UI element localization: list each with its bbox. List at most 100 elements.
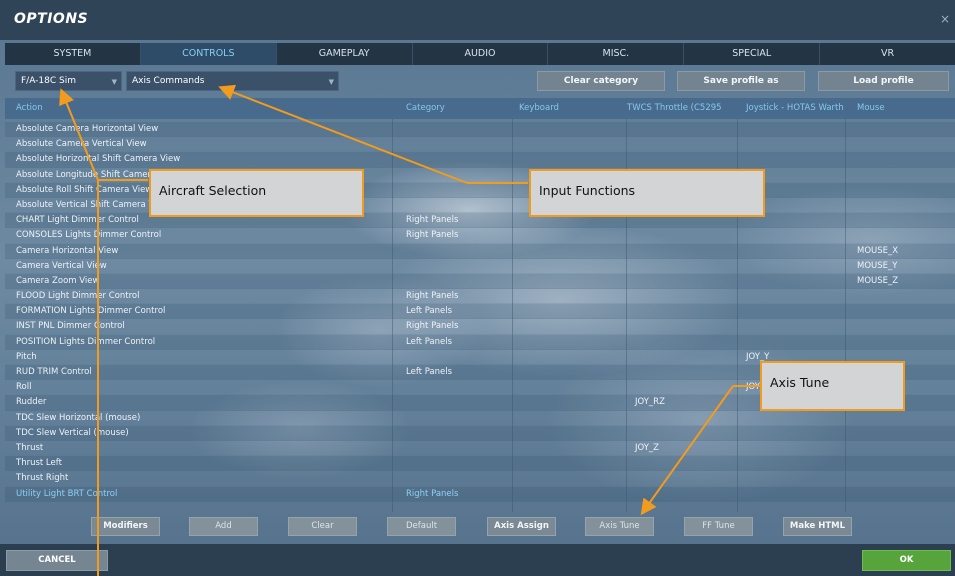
cell-category[interactable]: [403, 259, 515, 274]
cell-keyboard[interactable]: [516, 274, 624, 289]
cell-joystick[interactable]: [743, 441, 847, 456]
axis-tune-button[interactable]: Axis Tune: [585, 517, 654, 536]
column-keyboard[interactable]: Keyboard: [516, 98, 624, 119]
cell-throttle[interactable]: [632, 426, 740, 441]
cell-throttle[interactable]: [632, 122, 740, 137]
cell-category[interactable]: [403, 395, 515, 410]
cell-category[interactable]: [403, 441, 515, 456]
ok-button[interactable]: OK: [862, 550, 951, 571]
column-throttle[interactable]: TWCS Throttle (C5295: [624, 98, 738, 119]
cell-category[interactable]: Right Panels: [403, 487, 515, 502]
table-row[interactable]: Thrust JOY_Z: [5, 441, 955, 457]
cell-mouse[interactable]: [854, 411, 954, 426]
cell-joystick[interactable]: [743, 122, 847, 137]
table-row[interactable]: Absolute Horizontal Shift Camera View: [5, 152, 955, 168]
cell-joystick[interactable]: [743, 304, 847, 319]
cell-category[interactable]: [403, 244, 515, 259]
cell-throttle[interactable]: [632, 471, 740, 486]
cell-keyboard[interactable]: [516, 471, 624, 486]
cell-mouse[interactable]: [854, 441, 954, 456]
cell-action[interactable]: Absolute Camera Vertical View: [13, 137, 397, 152]
table-row[interactable]: FLOOD Light Dimmer Control Right Panels: [5, 289, 955, 305]
cell-action[interactable]: Roll: [13, 380, 397, 395]
table-row[interactable]: Absolute Camera Vertical View: [5, 137, 955, 153]
cell-action[interactable]: Camera Vertical View: [13, 259, 397, 274]
tab-misc[interactable]: MISC.: [548, 43, 685, 65]
ff-tune-button[interactable]: FF Tune: [684, 517, 753, 536]
cell-category[interactable]: [403, 456, 515, 471]
cell-keyboard[interactable]: [516, 259, 624, 274]
cell-action[interactable]: Absolute Horizontal Shift Camera View: [13, 152, 397, 167]
cell-mouse[interactable]: [854, 152, 954, 167]
save-profile-button[interactable]: Save profile as: [677, 71, 805, 91]
cell-mouse[interactable]: [854, 335, 954, 350]
cell-throttle[interactable]: [632, 335, 740, 350]
close-icon[interactable]: ×: [939, 13, 951, 25]
cell-category[interactable]: [403, 152, 515, 167]
cell-keyboard[interactable]: [516, 380, 624, 395]
table-row[interactable]: TDC Slew Horizontal (mouse): [5, 411, 955, 426]
tab-special[interactable]: SPECIAL: [684, 43, 821, 65]
column-mouse[interactable]: Mouse: [854, 98, 954, 119]
axis-assign-button[interactable]: Axis Assign: [487, 517, 556, 536]
table-row[interactable]: Thrust Left: [5, 456, 955, 472]
cell-mouse[interactable]: [854, 213, 954, 228]
cell-throttle[interactable]: [632, 228, 740, 243]
cell-category[interactable]: [403, 122, 515, 137]
table-row[interactable]: Thrust Right: [5, 471, 955, 487]
cell-throttle[interactable]: JOY_Z: [632, 441, 740, 456]
cell-keyboard[interactable]: [516, 244, 624, 259]
cell-throttle[interactable]: [632, 487, 740, 502]
table-row[interactable]: Camera Zoom View MOUSE_Z: [5, 273, 955, 290]
cell-mouse[interactable]: [854, 198, 954, 213]
cell-action[interactable]: TDC Slew Horizontal (mouse): [13, 411, 397, 426]
cell-action[interactable]: Camera Zoom View: [13, 274, 397, 289]
table-row[interactable]: FORMATION Lights Dimmer Control Left Pane…: [5, 304, 955, 320]
cell-joystick[interactable]: [743, 487, 847, 502]
cell-action[interactable]: Rudder: [13, 395, 397, 410]
cell-throttle[interactable]: [632, 365, 740, 380]
cell-throttle[interactable]: [632, 274, 740, 289]
cell-throttle[interactable]: [632, 319, 740, 334]
column-category[interactable]: Category: [403, 98, 515, 119]
modifiers-button[interactable]: Modifiers: [91, 517, 160, 536]
table-row[interactable]: Absolute Roll Shift Camera View: [5, 182, 955, 198]
cell-mouse[interactable]: [854, 228, 954, 243]
make-html-button[interactable]: Make HTML: [783, 517, 852, 536]
tab-gameplay[interactable]: GAMEPLAY: [277, 43, 413, 65]
cell-category[interactable]: [403, 274, 515, 289]
cell-joystick[interactable]: [743, 244, 847, 259]
cell-category[interactable]: Right Panels: [403, 213, 515, 228]
cell-keyboard[interactable]: [516, 137, 624, 152]
cell-action[interactable]: TDC Slew Vertical (mouse): [13, 426, 397, 441]
cell-joystick[interactable]: [743, 411, 847, 426]
cell-category[interactable]: Right Panels: [403, 319, 515, 334]
add-button[interactable]: Add: [189, 517, 258, 536]
cell-action[interactable]: Thrust Left: [13, 456, 397, 471]
cell-mouse[interactable]: [854, 183, 954, 198]
cell-joystick[interactable]: [743, 335, 847, 350]
cell-throttle[interactable]: [632, 350, 740, 365]
table-row[interactable]: POSITION Lights Dimmer Control Left Panel…: [5, 334, 955, 350]
cell-joystick[interactable]: [743, 456, 847, 471]
cell-action[interactable]: Absolute Camera Horizontal View: [13, 122, 397, 137]
cell-category[interactable]: Left Panels: [403, 335, 515, 350]
cell-joystick[interactable]: [743, 228, 847, 243]
clear-category-button[interactable]: Clear category: [537, 71, 665, 91]
cell-action[interactable]: Thrust Right: [13, 471, 397, 486]
cancel-button[interactable]: CANCEL: [6, 550, 108, 571]
category-select[interactable]: Axis Commands ▼: [126, 71, 339, 91]
table-row[interactable]: Utility Light BRT Control Right Panels: [5, 486, 955, 502]
cell-action[interactable]: FLOOD Light Dimmer Control: [13, 289, 397, 304]
cell-keyboard[interactable]: [516, 335, 624, 350]
cell-category[interactable]: Right Panels: [403, 289, 515, 304]
cell-mouse[interactable]: [854, 168, 954, 183]
cell-category[interactable]: [403, 471, 515, 486]
table-row[interactable]: Camera Horizontal View MOUSE_X: [5, 243, 955, 259]
cell-throttle[interactable]: JOY_RZ: [632, 395, 740, 410]
cell-category[interactable]: [403, 137, 515, 152]
cell-category[interactable]: [403, 426, 515, 441]
cell-throttle[interactable]: [632, 152, 740, 167]
cell-joystick[interactable]: [743, 426, 847, 441]
cell-mouse[interactable]: [854, 426, 954, 441]
